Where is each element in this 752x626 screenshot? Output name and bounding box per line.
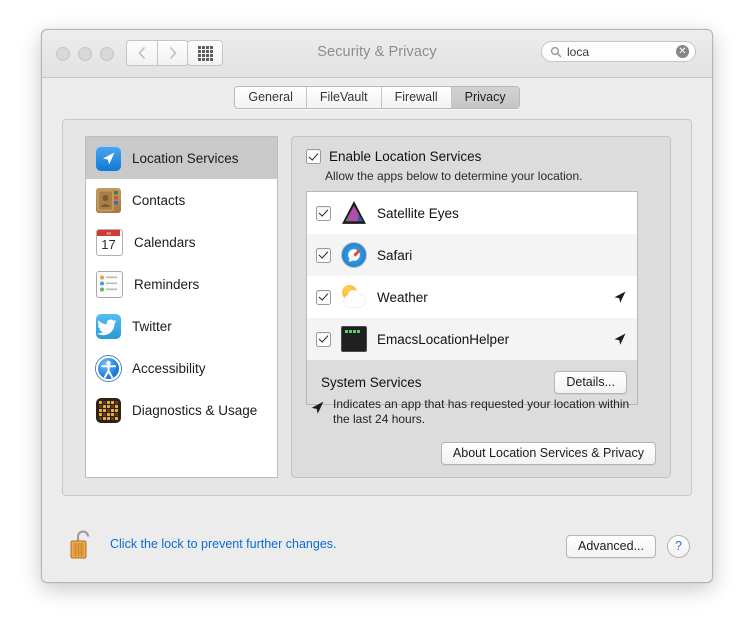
content-area: Location Services Contacts (62, 119, 692, 496)
help-button[interactable]: ? (667, 535, 690, 558)
sidebar-item-label: Accessibility (132, 361, 206, 376)
search-field[interactable]: ✕ (541, 41, 696, 62)
tab-privacy[interactable]: Privacy (452, 87, 519, 108)
bottom-right-controls: Advanced... ? (566, 535, 690, 558)
apps-list[interactable]: Satellite Eyes Safari Weather (306, 191, 638, 405)
app-checkbox[interactable] (316, 206, 331, 221)
recent-location-arrow-icon (613, 332, 627, 346)
recent-location-arrow-icon (613, 290, 627, 304)
app-name: Weather (377, 290, 428, 305)
diagnostics-grid-icon (96, 398, 121, 423)
svg-text:Jul: Jul (106, 230, 111, 235)
accessibility-icon (96, 356, 121, 381)
privacy-category-list[interactable]: Location Services Contacts (85, 136, 278, 478)
sidebar-item-label: Reminders (134, 277, 199, 292)
twitter-bird-icon (96, 314, 121, 339)
app-name: Satellite Eyes (377, 206, 459, 221)
table-row[interactable]: Weather (307, 276, 637, 318)
tab-firewall[interactable]: Firewall (382, 87, 452, 108)
enable-location-services-checkbox[interactable] (306, 149, 321, 164)
sidebar-item-location-services[interactable]: Location Services (86, 137, 277, 179)
table-row[interactable]: Satellite Eyes (307, 192, 637, 234)
satellite-eyes-icon (341, 200, 367, 226)
location-services-pane: Enable Location Services Allow the apps … (291, 136, 671, 478)
sidebar-item-contacts[interactable]: Contacts (86, 179, 277, 221)
tab-bar: General FileVault Firewall Privacy (42, 86, 712, 109)
unlocked-padlock-icon[interactable] (70, 528, 96, 560)
sidebar-item-reminders[interactable]: Reminders (86, 263, 277, 305)
app-name: Safari (377, 248, 412, 263)
tab-filevault[interactable]: FileVault (307, 87, 382, 108)
pane-subtitle: Allow the apps below to determine your l… (325, 169, 582, 183)
search-input[interactable] (567, 45, 667, 59)
weather-sun-cloud-icon (341, 284, 367, 310)
advanced-button[interactable]: Advanced... (566, 535, 656, 558)
sidebar-item-label: Calendars (134, 235, 196, 250)
safari-compass-icon (341, 242, 367, 268)
preferences-window: Security & Privacy ✕ General FileVault F… (41, 29, 713, 583)
sidebar-item-diagnostics-usage[interactable]: Diagnostics & Usage (86, 389, 277, 431)
table-row[interactable]: Safari (307, 234, 637, 276)
lock-hint-text[interactable]: Click the lock to prevent further change… (110, 537, 337, 551)
app-name: EmacsLocationHelper (377, 332, 509, 347)
about-location-services-button[interactable]: About Location Services & Privacy (441, 442, 656, 465)
sidebar-item-label: Location Services (132, 151, 239, 166)
sidebar-item-calendars[interactable]: Jul 17 Calendars (86, 221, 277, 263)
sidebar-item-label: Twitter (132, 319, 172, 334)
search-icon (550, 46, 562, 58)
sidebar-item-twitter[interactable]: Twitter (86, 305, 277, 347)
app-checkbox[interactable] (316, 248, 331, 263)
details-button[interactable]: Details... (554, 371, 627, 394)
table-row[interactable]: EmacsLocationHelper (307, 318, 637, 360)
sidebar-item-accessibility[interactable]: Accessibility (86, 347, 277, 389)
reminders-list-icon (96, 271, 123, 298)
app-checkbox[interactable] (316, 332, 331, 347)
enable-location-services-label: Enable Location Services (329, 149, 481, 164)
enable-location-services-row[interactable]: Enable Location Services (306, 149, 481, 164)
svg-text:17: 17 (101, 237, 115, 252)
tab-general[interactable]: General (235, 87, 306, 108)
clear-search-icon[interactable]: ✕ (676, 45, 689, 58)
lock-area[interactable]: Click the lock to prevent further change… (70, 528, 337, 560)
calendar-icon: Jul 17 (96, 229, 123, 256)
app-checkbox[interactable] (316, 290, 331, 305)
location-arrow-icon (96, 146, 121, 171)
note-text: Indicates an app that has requested your… (333, 397, 638, 427)
emacs-terminal-icon (341, 326, 367, 352)
window-titlebar: Security & Privacy ✕ (42, 30, 712, 78)
recent-location-note: Indicates an app that has requested your… (306, 397, 656, 427)
location-arrow-icon (310, 400, 325, 415)
contacts-book-icon (96, 188, 121, 213)
sidebar-item-label: Diagnostics & Usage (132, 403, 257, 418)
sidebar-item-label: Contacts (132, 193, 185, 208)
system-services-label: System Services (321, 375, 422, 390)
